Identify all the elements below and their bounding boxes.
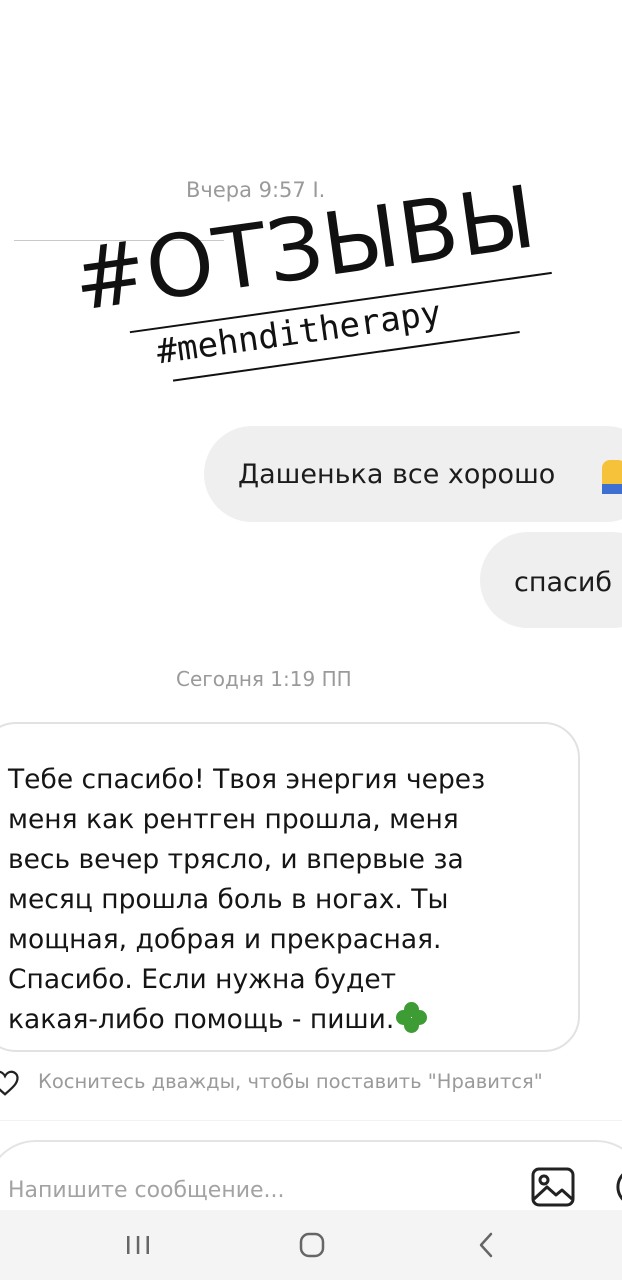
recent-apps-icon[interactable] bbox=[108, 1222, 168, 1268]
sticker-icon[interactable] bbox=[606, 1164, 622, 1210]
folded-hands-emoji-icon bbox=[602, 484, 622, 494]
message-input[interactable] bbox=[8, 1178, 488, 1203]
four-leaf-clover-emoji-icon bbox=[396, 1002, 428, 1034]
sticker-title: #ОТЗЫВЫ bbox=[67, 167, 542, 331]
message-bubble-outgoing[interactable]: спасиб bbox=[480, 532, 622, 628]
home-icon[interactable] bbox=[282, 1222, 342, 1268]
divider-line bbox=[0, 1120, 622, 1121]
system-nav-bar bbox=[0, 1210, 622, 1280]
heart-icon[interactable] bbox=[0, 1068, 20, 1098]
timestamp-today: Сегодня 1:19 ПП bbox=[176, 667, 352, 691]
like-hint-text: Коснитесь дважды, чтобы поставить "Нрави… bbox=[38, 1070, 543, 1093]
message-text: спасиб bbox=[514, 567, 613, 598]
message-text: Тебе спасибо! Твоя энергия через меня ка… bbox=[8, 764, 486, 1035]
dm-screen: Вчера 9:57 I. #ОТЗЫВЫ #mehnditherapy Даш… bbox=[0, 0, 622, 1280]
message-text: Дашенька все хорошо bbox=[238, 459, 556, 490]
back-chevron-icon[interactable] bbox=[456, 1222, 516, 1268]
message-bubble-incoming[interactable]: Тебе спасибо! Твоя энергия через меня ка… bbox=[0, 722, 580, 1052]
image-gallery-icon[interactable] bbox=[528, 1162, 578, 1212]
hashtag-sticker: #ОТЗЫВЫ #mehnditherapy bbox=[56, 110, 583, 407]
message-bubble-outgoing[interactable]: Дашенька все хорошо bbox=[204, 426, 622, 522]
